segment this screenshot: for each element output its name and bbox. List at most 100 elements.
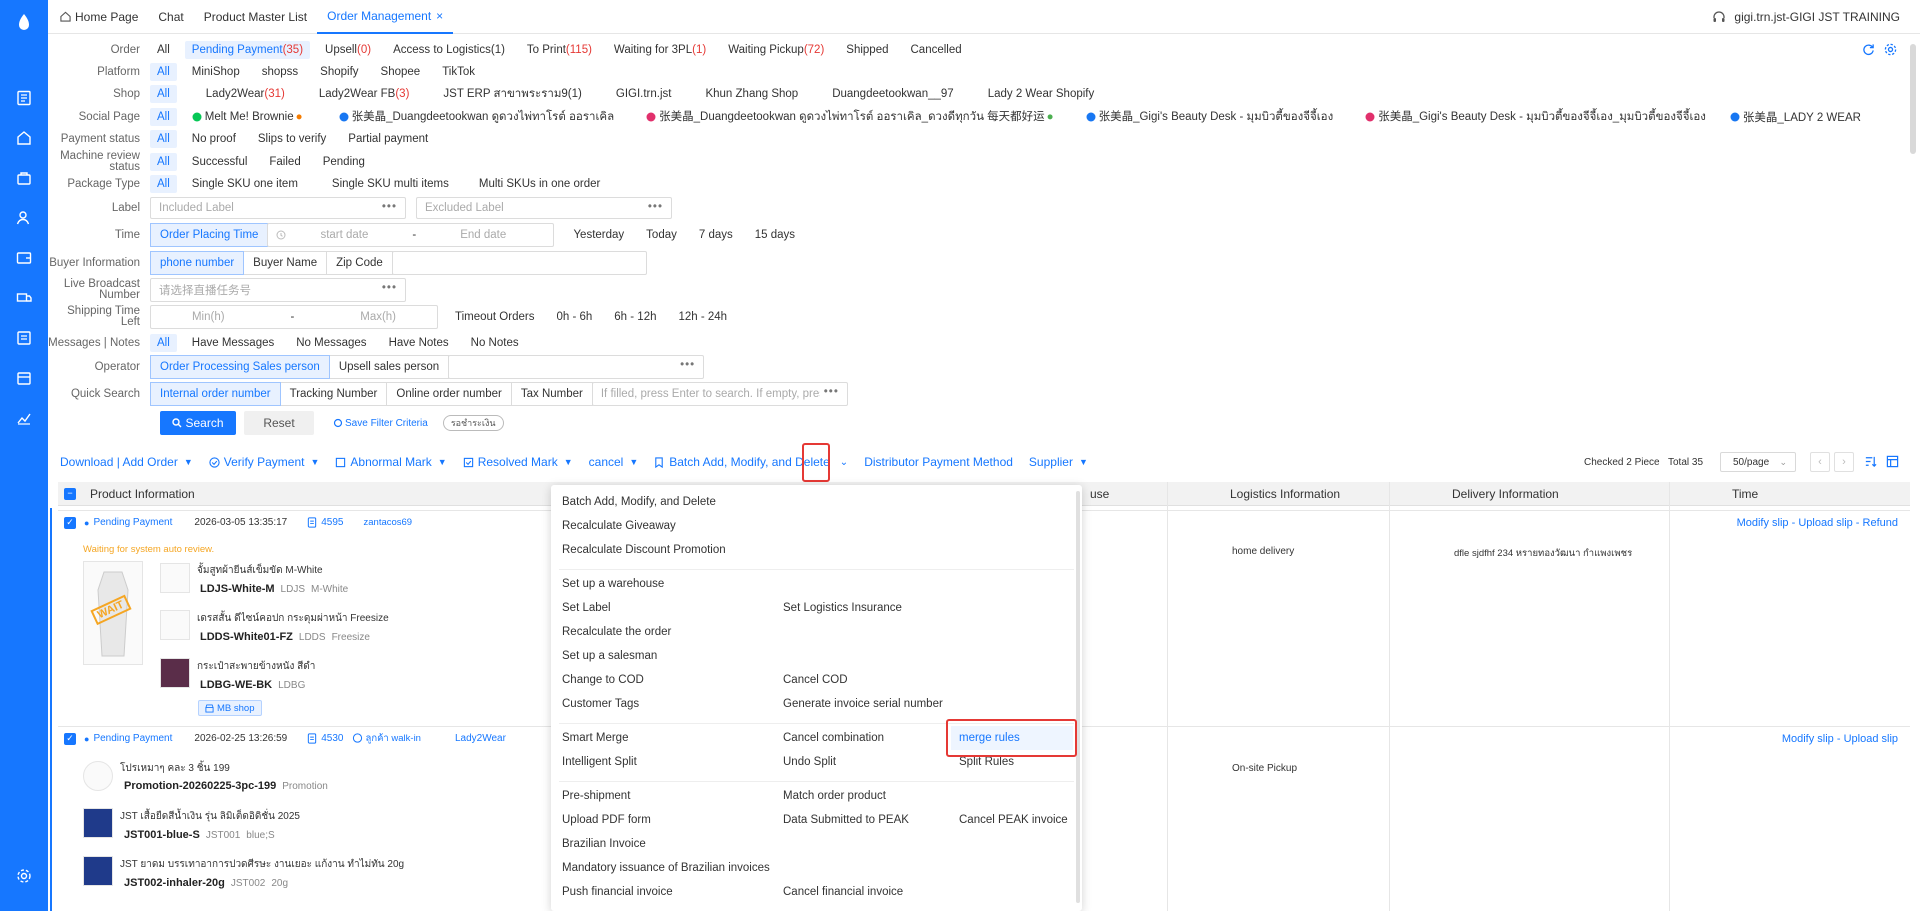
machine-pending[interactable]: Pending <box>316 153 372 171</box>
product-image[interactable]: WAIT <box>83 561 143 665</box>
notes-none[interactable]: No Notes <box>464 334 526 352</box>
quick-search-input[interactable]: If filled, press Enter to search. If emp… <box>591 382 848 406</box>
batch-dropdown-chevron[interactable]: ⌄ <box>840 457 848 468</box>
item-sku[interactable]: LDBG-WE-BK LDBG <box>200 679 305 691</box>
item-sku[interactable]: Promotion-20260225-3pc-199 Promotion <box>124 780 328 792</box>
platform-shopify[interactable]: Shopify <box>313 63 365 81</box>
menu-setup-salesman[interactable]: Set up a salesman <box>562 650 657 662</box>
page-size-select[interactable]: 50/page ⌄ <box>1720 452 1796 472</box>
item-thumbnail[interactable] <box>160 658 190 688</box>
order-to-print[interactable]: To Print (115) <box>520 41 599 59</box>
social-all[interactable]: All <box>150 108 177 126</box>
headset-icon[interactable] <box>1712 10 1726 24</box>
live-broadcast-select[interactable]: 请选择直播任务号 ••• <box>150 278 406 302</box>
settings-icon[interactable] <box>1884 43 1897 56</box>
included-label-select[interactable]: Included Label ••• <box>150 197 406 219</box>
social-duangdee-fb[interactable]: 张美晶_Duangdeetookwan ดูดวงไพ่ทาโรต์ ออราเ… <box>332 108 622 126</box>
item-thumbnail[interactable] <box>83 856 113 886</box>
order-access-logistics[interactable]: Access to Logistics (1) <box>386 41 512 59</box>
item-sku[interactable]: JST002-inhaler-20g JST002 20g <box>124 877 288 889</box>
menu-smart-merge[interactable]: Smart Merge <box>562 732 628 744</box>
chart-icon[interactable] <box>14 408 34 428</box>
order-actions-links[interactable]: Modify slip - Upload slip - Refund <box>1737 517 1898 529</box>
operator-select[interactable]: ••• <box>448 355 705 379</box>
order-actions-links[interactable]: Modify slip - Upload slip <box>1782 733 1898 745</box>
reset-button[interactable]: Reset <box>244 411 314 435</box>
shipping-6-12[interactable]: 6h - 12h <box>607 308 663 326</box>
end-date[interactable]: End date <box>460 229 506 241</box>
refresh-icon[interactable] <box>1862 43 1875 56</box>
item-sku[interactable]: LDJS-White-M LDJS M-White <box>200 583 348 595</box>
shipping-time-range[interactable]: Min(h) - Max(h) <box>150 305 438 329</box>
max-hours-input[interactable]: Max(h) <box>360 311 396 323</box>
item-thumbnail[interactable] <box>160 610 190 640</box>
time-7days[interactable]: 7 days <box>692 226 740 244</box>
tab-order-management[interactable]: Order Management × <box>317 0 454 34</box>
menu-brazilian-invoice[interactable]: Brazilian Invoice <box>562 838 646 850</box>
machine-all[interactable]: All <box>150 153 177 171</box>
shop-khun-zhang[interactable]: Khun Zhang Shop <box>698 85 805 103</box>
shop-duangdee[interactable]: Duangdeetookwan__97 <box>825 85 961 103</box>
home-icon[interactable] <box>14 128 34 148</box>
shipping-timeout[interactable]: Timeout Orders <box>448 308 541 326</box>
sort-icon[interactable] <box>1864 455 1877 468</box>
messages-have[interactable]: Have Messages <box>185 334 281 352</box>
item-thumbnail[interactable] <box>83 808 113 838</box>
item-sku[interactable]: LDDS-White01-FZ LDDS Freesize <box>200 631 370 643</box>
scrollbar[interactable] <box>1910 44 1916 154</box>
shop-tag[interactable]: MB shop <box>198 700 262 716</box>
social-gigi-fb[interactable]: 张美晶_Gigi's Beauty Desk - มุมบิวตี้ของจีจ… <box>1079 108 1341 126</box>
messages-all[interactable]: All <box>150 334 177 352</box>
buyer-name[interactable]: Buyer Name <box>243 251 328 275</box>
order-checkbox[interactable]: ✓ <box>64 732 76 745</box>
menu-cancel-cod[interactable]: Cancel COD <box>783 674 848 686</box>
tab-chat[interactable]: Chat <box>148 0 193 34</box>
report-icon[interactable] <box>14 328 34 348</box>
resolved-mark-menu[interactable]: Resolved Mark ▼ <box>463 455 573 469</box>
machine-successful[interactable]: Successful <box>185 153 255 171</box>
time-15days[interactable]: 15 days <box>748 226 802 244</box>
abnormal-mark-menu[interactable]: Abnormal Mark ▼ <box>335 455 447 469</box>
menu-cancel-financial-invoice[interactable]: Cancel financial invoice <box>783 886 903 898</box>
payment-partial[interactable]: Partial payment <box>341 130 435 148</box>
download-add-order-menu[interactable]: Download | Add Order ▼ <box>60 455 193 469</box>
payment-slips-verify[interactable]: Slips to verify <box>251 130 333 148</box>
operator-upsell[interactable]: Upsell sales person <box>328 355 450 379</box>
item-thumbnail[interactable] <box>160 563 190 593</box>
shop-lady2wear-fb[interactable]: Lady2Wear FB (3) <box>312 85 417 103</box>
chat-bubble-icon[interactable] <box>352 733 363 744</box>
menu-mandatory-brazilian[interactable]: Mandatory issuance of Brazilian invoices <box>562 862 770 874</box>
tab-product-master-list[interactable]: Product Master List <box>194 0 317 34</box>
social-lady2wear-fb[interactable]: 张美晶_LADY 2 WEAR <box>1723 108 1868 126</box>
menu-split-rules[interactable]: Split Rules <box>959 756 1014 768</box>
social-duangdee-ig[interactable]: 张美晶_Duangdeetookwan ดูดวงไพ่ทาโรต์ ออราเ… <box>639 108 1060 126</box>
layout-icon[interactable] <box>1886 455 1899 468</box>
user-menu[interactable]: gigi.trn.jst-GIGI JST TRAINING <box>1712 0 1900 34</box>
order-id-link[interactable]: 4595 <box>321 517 343 528</box>
excluded-label-select[interactable]: Excluded Label ••• <box>416 197 672 219</box>
menu-pre-shipment[interactable]: Pre-shipment <box>562 790 630 802</box>
menu-batch-add-modify-delete[interactable]: Batch Add, Modify, and Delete <box>562 496 716 508</box>
quick-internal-order[interactable]: Internal order number <box>150 382 281 406</box>
menu-recalculate-giveaway[interactable]: Recalculate Giveaway <box>562 520 676 532</box>
document-icon[interactable] <box>14 88 34 108</box>
platform-tiktok[interactable]: TikTok <box>435 63 482 81</box>
item-thumbnail[interactable] <box>83 761 113 791</box>
menu-customer-tags[interactable]: Customer Tags <box>562 698 639 710</box>
quick-online-order[interactable]: Online order number <box>386 382 512 406</box>
verify-payment-menu[interactable]: Verify Payment ▼ <box>209 455 319 469</box>
shop-name-link[interactable]: Lady2Wear <box>455 733 506 744</box>
shop-lady2wear[interactable]: Lady2Wear (31) <box>199 85 292 103</box>
messages-none[interactable]: No Messages <box>289 334 373 352</box>
package-single-one[interactable]: Single SKU one item <box>185 175 305 193</box>
order-doc-icon[interactable] <box>307 733 317 744</box>
warehouse-icon[interactable] <box>14 368 34 388</box>
menu-cancel-combination[interactable]: Cancel combination <box>783 732 884 744</box>
order-checkbox[interactable]: ✓ <box>64 516 76 529</box>
menu-generate-invoice-serial[interactable]: Generate invoice serial number <box>783 698 943 710</box>
menu-intelligent-split[interactable]: Intelligent Split <box>562 756 637 768</box>
package-single-multi[interactable]: Single SKU multi items <box>325 175 456 193</box>
cancel-menu[interactable]: cancel ▼ <box>589 455 639 469</box>
item-sku[interactable]: JST001-blue-S JST001 blue;S <box>124 829 275 841</box>
close-icon[interactable]: × <box>436 9 443 23</box>
